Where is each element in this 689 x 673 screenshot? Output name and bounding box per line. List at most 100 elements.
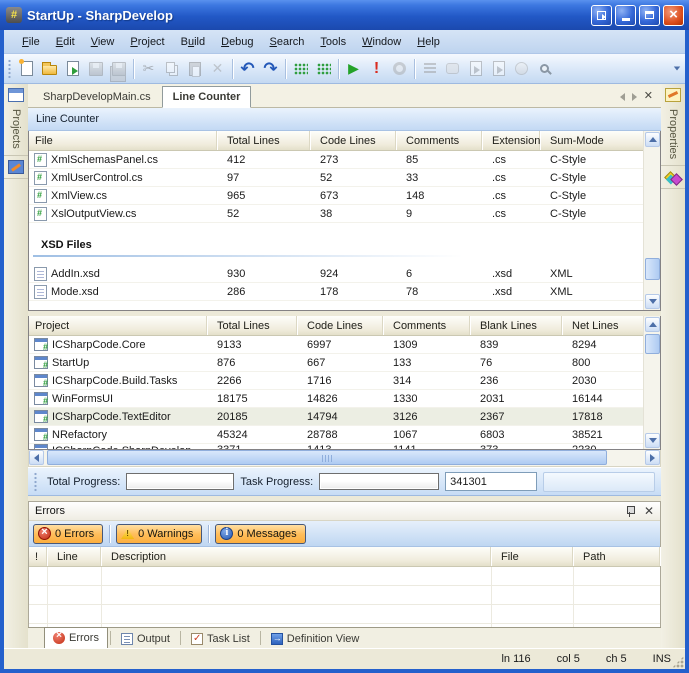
table-row[interactable]: XmlSchemasPanel.cs41227385.csC-Style [29, 151, 643, 169]
scroll-up-icon[interactable] [645, 317, 660, 332]
document-tab-2[interactable]: Line Counter [162, 86, 252, 108]
cell-code: 178 [310, 286, 396, 298]
document-close-icon[interactable]: ✕ [644, 91, 653, 102]
table-row[interactable]: XslOutputView.cs52389.csC-Style [29, 205, 643, 223]
table-row[interactable]: ICSharpCode.SharpDevelop3371141311413732… [29, 444, 643, 449]
menu-search[interactable]: Search [262, 33, 313, 51]
line-count-field[interactable]: 341301 [445, 472, 537, 491]
scroll-left-icon[interactable] [29, 450, 44, 465]
scroll-down-icon[interactable] [645, 433, 660, 448]
tab-scroll-right-icon[interactable] [632, 93, 637, 101]
table-row[interactable]: WinFormsUI18175148261330203116144 [29, 390, 643, 408]
toolbar-grip[interactable] [33, 472, 38, 492]
menu-help[interactable]: Help [409, 33, 448, 51]
scroll-right-icon[interactable] [645, 450, 660, 465]
menu-window[interactable]: Window [354, 33, 409, 51]
prj-file-icon [34, 338, 48, 351]
app-icon: # [6, 7, 22, 23]
table-row[interactable]: ICSharpCode.TextEditor201851479431262367… [29, 408, 643, 426]
table-row[interactable]: StartUp87666713376800 [29, 354, 643, 372]
cs-file-icon [34, 171, 47, 185]
menu-project[interactable]: Project [122, 33, 172, 51]
filter-button-error[interactable]: 0 Errors [33, 524, 103, 544]
pad-tab-errors[interactable]: Errors [44, 627, 108, 648]
build-all-icon[interactable] [312, 58, 335, 80]
search-icon[interactable] [533, 58, 556, 80]
run-icon[interactable]: ▶ [342, 58, 365, 80]
column-header-comments[interactable]: Comments [383, 316, 470, 335]
table-row[interactable]: NRefactory45324287881067680338521 [29, 426, 643, 444]
minimize-button[interactable] [615, 5, 636, 26]
menu-build[interactable]: Build [173, 33, 213, 51]
document-tab-1[interactable]: SharpDevelopMain.cs [32, 86, 162, 107]
column-header-project[interactable]: Project [29, 316, 207, 335]
close-pad-icon[interactable]: ✕ [644, 505, 654, 517]
toolbar-overflow-button[interactable] [671, 56, 683, 82]
toolbar-separator [109, 525, 110, 543]
table-row[interactable]: Mode.xsd28617878.xsdXML [29, 283, 643, 301]
column-header-comments[interactable]: Comments [396, 131, 482, 150]
column-header-file[interactable]: File [29, 131, 217, 150]
menu-file[interactable]: File [14, 33, 48, 51]
empty-grid-row [29, 624, 660, 627]
float-button[interactable] [591, 5, 612, 26]
sidebar-item-tools[interactable] [4, 156, 28, 179]
scrollbar-thumb[interactable] [645, 334, 660, 354]
pin-icon[interactable] [625, 505, 636, 517]
toolbar-grip[interactable] [7, 59, 12, 79]
column-header-total-lines[interactable]: Total Lines [217, 131, 310, 150]
grid-line [47, 567, 48, 627]
scrollbar-thumb[interactable] [47, 450, 607, 465]
projects-table-scrollbar[interactable] [643, 316, 660, 449]
column-header--[interactable]: ! [29, 547, 47, 566]
pad-tab-output[interactable]: Output [113, 629, 178, 648]
horizontal-scrollbar[interactable] [28, 450, 661, 467]
files-table-scrollbar[interactable] [643, 131, 660, 310]
column-header-total-lines[interactable]: Total Lines [207, 316, 297, 335]
undo-icon[interactable]: ↶ [236, 58, 259, 80]
pad-tab-definition-view[interactable]: Definition View [263, 629, 368, 648]
pad-tab-task-list[interactable]: Task List [183, 629, 258, 648]
cell-code: 38 [310, 208, 396, 220]
tab-scroll-left-icon[interactable] [620, 93, 625, 101]
maximize-button[interactable] [639, 5, 660, 26]
column-header-path[interactable]: Path [573, 547, 660, 566]
filter-button-message[interactable]: 0 Messages [215, 524, 305, 544]
open-project-icon[interactable] [61, 58, 84, 80]
column-header-description[interactable]: Description [101, 547, 491, 566]
column-header-extension[interactable]: Extension [482, 131, 540, 150]
column-header-code-lines[interactable]: Code Lines [310, 131, 396, 150]
menu-debug[interactable]: Debug [213, 33, 261, 51]
redo-icon[interactable]: ↷ [259, 58, 282, 80]
sidebar-item-properties[interactable]: Properties [661, 84, 685, 166]
filter-button-warning[interactable]: 0 Warnings [116, 524, 202, 544]
scroll-down-icon[interactable] [645, 294, 660, 309]
sidebar-item-classes[interactable] [661, 166, 685, 189]
menu-edit[interactable]: Edit [48, 33, 83, 51]
sidebar-item-projects[interactable]: Projects [4, 84, 28, 156]
resize-grip[interactable] [672, 656, 684, 668]
column-header-file[interactable]: File [491, 547, 573, 566]
column-header-code-lines[interactable]: Code Lines [297, 316, 383, 335]
empty-grid-row [29, 567, 660, 586]
menu-view[interactable]: View [83, 33, 123, 51]
build-icon[interactable] [289, 58, 312, 80]
new-file-icon[interactable] [15, 58, 38, 80]
menu-tools[interactable]: Tools [312, 33, 354, 51]
abort-icon[interactable]: ! [365, 58, 388, 80]
column-header-line[interactable]: Line [47, 547, 101, 566]
open-file-icon[interactable] [38, 58, 61, 80]
close-button[interactable]: × [663, 5, 684, 26]
column-header-blank-lines[interactable]: Blank Lines [470, 316, 562, 335]
table-row[interactable]: AddIn.xsd9309246.xsdXML [29, 265, 643, 283]
table-row[interactable]: XmlView.cs965673148.csC-Style [29, 187, 643, 205]
filter-label: 0 Messages [237, 528, 296, 540]
scroll-up-icon[interactable] [645, 132, 660, 147]
table-row[interactable]: ICSharpCode.Core9133699713098398294 [29, 336, 643, 354]
cell-blank: 839 [470, 339, 562, 351]
table-row[interactable]: ICSharpCode.Build.Tasks22661716314236203… [29, 372, 643, 390]
scrollbar-thumb[interactable] [645, 258, 660, 280]
row-label: ICSharpCode.TextEditor [52, 411, 171, 423]
column-header-sum-mode[interactable]: Sum-Mode [540, 131, 660, 150]
table-row[interactable]: XmlUserControl.cs975233.csC-Style [29, 169, 643, 187]
